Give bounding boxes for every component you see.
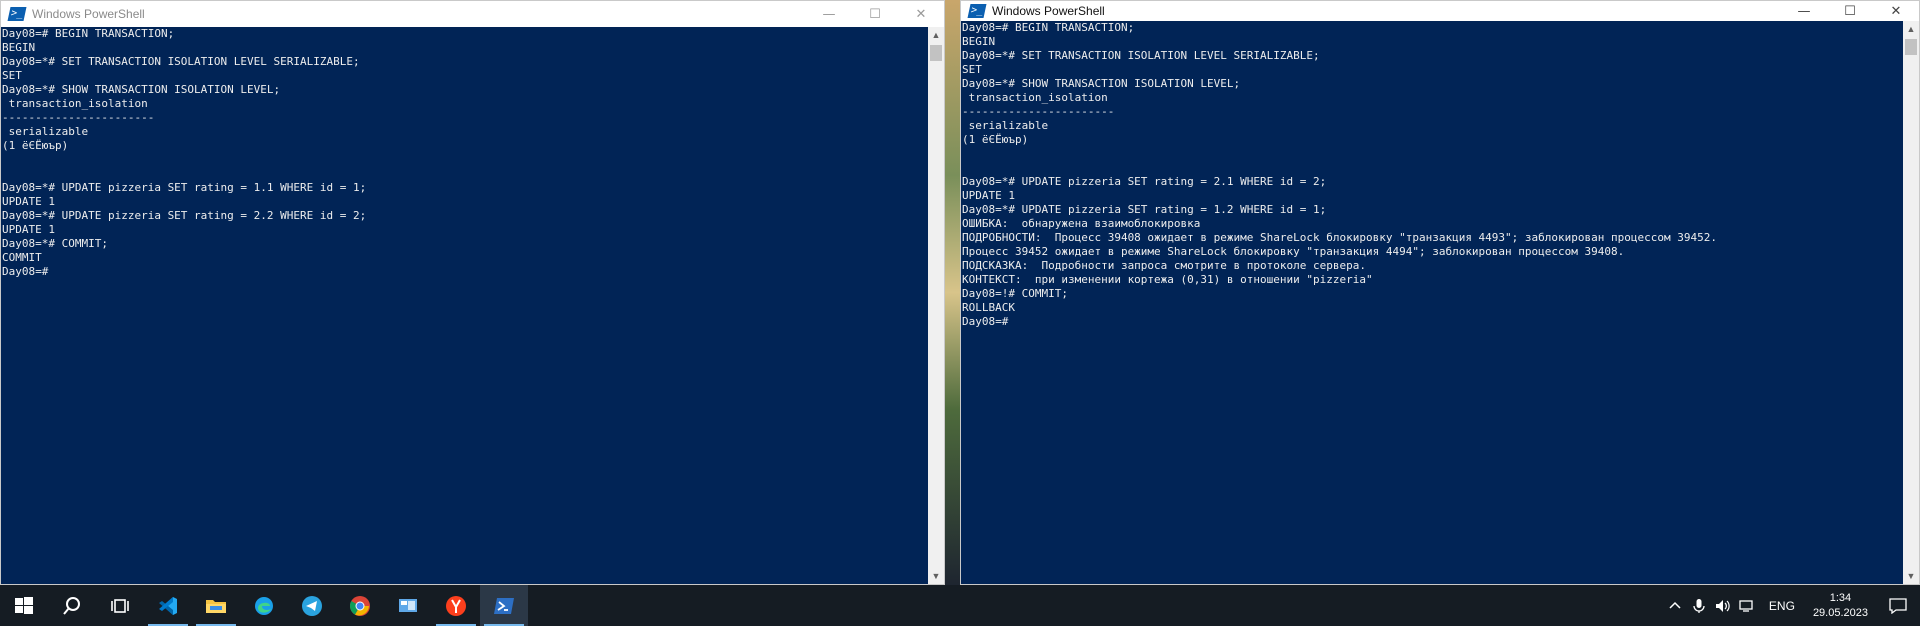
input-language[interactable]: ENG — [1759, 599, 1805, 613]
powershell-window-right[interactable]: >_ Windows PowerShell — ☐ ✕ Day08=# BEGI… — [960, 0, 1920, 585]
console-output[interactable]: Day08=# BEGIN TRANSACTION; BEGIN Day08=*… — [961, 21, 1903, 584]
console-output[interactable]: Day08=# BEGIN TRANSACTION; BEGIN Day08=*… — [1, 27, 928, 584]
clock-date: 29.05.2023 — [1812, 606, 1868, 619]
taskbar: ENG 1:34 29.05.2023 — [0, 585, 1920, 626]
clock-time: 1:34 — [1829, 591, 1852, 604]
powershell-icon: >_ — [7, 7, 27, 21]
volume-icon[interactable] — [1711, 585, 1735, 626]
close-button[interactable]: ✕ — [898, 1, 944, 27]
scroll-thumb[interactable] — [1905, 39, 1917, 55]
control-panel-icon — [399, 598, 417, 612]
microphone-icon[interactable] — [1687, 585, 1711, 626]
close-button[interactable]: ✕ — [1873, 1, 1919, 21]
maximize-button[interactable]: ☐ — [1827, 1, 1873, 21]
folder-icon — [206, 599, 226, 613]
system-tray: ENG 1:34 29.05.2023 — [1663, 585, 1920, 626]
window-title: Windows PowerShell — [32, 7, 145, 21]
vertical-scrollbar[interactable]: ▲ ▼ — [1903, 21, 1919, 584]
taskbar-app-file-explorer[interactable] — [192, 585, 240, 626]
maximize-button[interactable]: ☐ — [852, 1, 898, 27]
vscode-icon — [159, 596, 177, 615]
network-icon[interactable] — [1735, 585, 1759, 626]
telegram-icon — [302, 595, 322, 616]
notifications-button[interactable] — [1876, 597, 1920, 614]
chevron-up-icon[interactable] — [1663, 585, 1687, 626]
taskbar-app-telegram[interactable] — [288, 585, 336, 626]
clock[interactable]: 1:34 29.05.2023 — [1805, 591, 1876, 621]
task-view-icon — [111, 598, 129, 613]
taskbar-app-control-panel[interactable] — [384, 585, 432, 626]
scroll-down-icon[interactable]: ▼ — [928, 568, 944, 584]
scroll-down-icon[interactable]: ▼ — [1903, 568, 1919, 584]
notification-icon — [1889, 597, 1907, 614]
search-button[interactable] — [48, 585, 96, 626]
powershell-icon: >_ — [967, 4, 987, 18]
yandex-icon — [446, 595, 466, 616]
chrome-icon — [349, 595, 370, 616]
titlebar[interactable]: >_ Windows PowerShell — ☐ ✕ — [1, 1, 944, 27]
edge-icon — [255, 596, 273, 615]
scroll-up-icon[interactable]: ▲ — [1903, 21, 1919, 37]
taskbar-app-chrome[interactable] — [336, 585, 384, 626]
taskbar-app-vscode[interactable] — [144, 585, 192, 626]
scroll-thumb[interactable] — [930, 45, 942, 61]
powershell-window-left[interactable]: >_ Windows PowerShell — ☐ ✕ Day08=# BEGI… — [0, 0, 945, 585]
search-icon — [63, 596, 80, 615]
taskbar-app-edge[interactable] — [240, 585, 288, 626]
taskbar-app-yandex[interactable] — [432, 585, 480, 626]
window-title: Windows PowerShell — [992, 4, 1105, 18]
scroll-up-icon[interactable]: ▲ — [928, 27, 944, 43]
windows-logo-icon — [15, 596, 33, 614]
minimize-button[interactable]: — — [806, 1, 852, 27]
task-view-button[interactable] — [96, 585, 144, 626]
minimize-button[interactable]: — — [1781, 1, 1827, 21]
start-button[interactable] — [0, 585, 48, 626]
vertical-scrollbar[interactable]: ▲ ▼ — [928, 27, 944, 584]
titlebar[interactable]: >_ Windows PowerShell — ☐ ✕ — [961, 1, 1919, 21]
powershell-icon — [494, 597, 514, 614]
taskbar-app-powershell[interactable] — [480, 585, 528, 626]
